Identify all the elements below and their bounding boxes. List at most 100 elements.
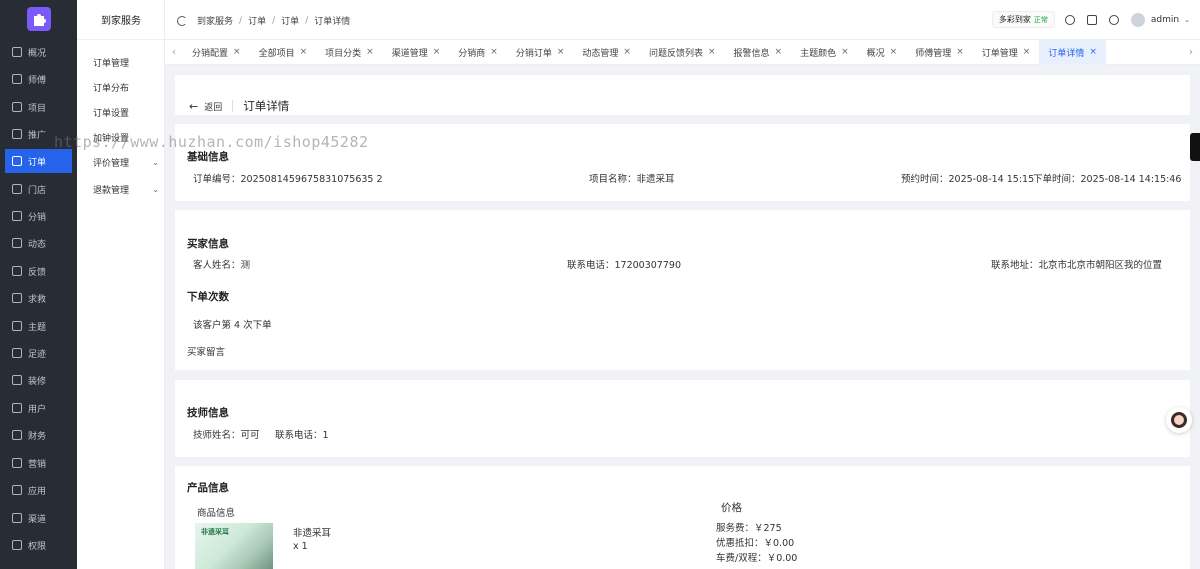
close-icon[interactable]: ×: [841, 47, 849, 57]
close-icon[interactable]: ×: [1089, 47, 1097, 57]
subnav-item[interactable]: 订单设置: [93, 106, 159, 119]
tab[interactable]: 订单管理 ×: [973, 40, 1040, 65]
product-info-card: 产品信息 商品信息 价格 非遗采耳 非遗采耳 x 1 服务费：￥275 优惠抵扣…: [175, 466, 1190, 569]
nav-item[interactable]: 营销: [5, 451, 72, 475]
page-title: 订单详情: [243, 99, 290, 113]
nav-item[interactable]: 反馈: [5, 259, 72, 283]
user-name[interactable]: admin: [1151, 15, 1179, 25]
tenant-switcher[interactable]: 多彩到家 正常: [991, 11, 1055, 28]
tab-scroll-right-icon[interactable]: ›: [1182, 47, 1200, 58]
nav-item[interactable]: 分销: [5, 204, 72, 228]
nav-item[interactable]: 权限: [5, 533, 72, 557]
breadcrumb-item[interactable]: 到家服务: [197, 14, 233, 27]
close-icon[interactable]: ×: [490, 47, 498, 57]
close-icon[interactable]: ×: [956, 47, 964, 57]
subnav-item[interactable]: 订单管理: [93, 56, 159, 69]
tab-label: 概况: [866, 48, 885, 59]
nav-item-label: 主题: [28, 322, 47, 333]
close-icon[interactable]: ×: [233, 47, 241, 57]
tab[interactable]: 动态管理 ×: [573, 40, 640, 65]
section-title: 基础信息: [187, 151, 229, 163]
tab-label: 渠道管理: [391, 48, 428, 59]
side-drawer-handle[interactable]: [1190, 133, 1200, 161]
tab[interactable]: 问题反馈列表 ×: [640, 40, 725, 65]
nav-item[interactable]: 订单: [5, 149, 72, 173]
tab[interactable]: 分销订单 ×: [507, 40, 574, 65]
tab[interactable]: 项目分类 ×: [316, 40, 383, 65]
nav-item-label: 足迹: [28, 349, 47, 360]
nav-item[interactable]: 应用: [5, 478, 72, 502]
close-icon[interactable]: ×: [557, 47, 565, 57]
close-icon[interactable]: ×: [300, 47, 308, 57]
close-icon[interactable]: ×: [890, 47, 898, 57]
chevron-down-icon[interactable]: ⌄: [1184, 16, 1190, 24]
nav-item[interactable]: 概况: [5, 40, 72, 64]
tab[interactable]: 主题颜色 ×: [791, 40, 858, 65]
project-name: 项目名称：非遗采耳: [589, 174, 675, 185]
nav-item[interactable]: 装修: [5, 368, 72, 392]
nav-item[interactable]: 门店: [5, 177, 72, 201]
chevron-down-icon: ⌄: [152, 158, 159, 167]
help-icon: [12, 293, 22, 303]
customer-phone: 联系电话：17200307790: [567, 260, 681, 271]
tab[interactable]: 报警信息 ×: [725, 40, 792, 65]
nav-item[interactable]: 主题: [5, 314, 72, 338]
nav-item[interactable]: 财务: [5, 423, 72, 447]
subnav-item[interactable]: 订单分布: [93, 81, 159, 94]
tab-label: 订单管理: [981, 48, 1018, 59]
tab[interactable]: 分销配置 ×: [183, 40, 250, 65]
nav-item[interactable]: 师傅: [5, 67, 72, 91]
nav-item-label: 概况: [28, 48, 47, 59]
tab[interactable]: 渠道管理 ×: [383, 40, 450, 65]
breadcrumb-item[interactable]: 订单: [248, 14, 266, 27]
tab[interactable]: 概况 ×: [858, 40, 907, 65]
close-icon[interactable]: ×: [708, 47, 716, 57]
tab[interactable]: 订单详情 ×: [1039, 39, 1106, 65]
product-image: 非遗采耳: [195, 523, 273, 569]
breadcrumb-item[interactable]: 订单: [281, 14, 299, 27]
gear-icon[interactable]: [1108, 14, 1119, 25]
page-header-card: ← 返回 订单详情: [175, 75, 1190, 115]
order-number: 订单编号：2025081459675831075635 2: [193, 174, 383, 185]
users-icon: [12, 403, 22, 413]
customer-service-avatar-icon[interactable]: [1166, 407, 1192, 433]
nav-item-label: 用户: [28, 404, 47, 415]
refresh-icon[interactable]: [177, 15, 187, 26]
search-icon[interactable]: [1064, 14, 1075, 25]
share-icon: [12, 211, 22, 221]
nav-item[interactable]: 项目: [5, 95, 72, 119]
arrow-left-icon[interactable]: ←: [189, 100, 198, 113]
tab-scroll-left-icon[interactable]: ‹: [165, 47, 183, 58]
tab-bar: ‹ 分销配置 × 全部项目 × 项目分类 × 渠道管理 × 分销商 × 分销订单 × 动态管理 × 问题反馈…: [165, 39, 1200, 65]
avatar[interactable]: [1130, 12, 1145, 27]
section-title: 产品信息: [187, 482, 229, 494]
lock-icon: [12, 540, 22, 550]
close-icon[interactable]: ×: [775, 47, 783, 57]
tab[interactable]: 分销商 ×: [449, 40, 507, 65]
tab-label: 主题颜色: [800, 48, 837, 59]
goods-header: 商品信息: [197, 508, 236, 519]
tab[interactable]: 师傅管理 ×: [906, 40, 973, 65]
nav-item[interactable]: 求救: [5, 286, 72, 310]
nav-item[interactable]: 足迹: [5, 341, 72, 365]
customer-name: 客人姓名：测: [193, 260, 251, 271]
back-button[interactable]: 返回: [204, 100, 222, 113]
close-icon[interactable]: ×: [433, 47, 441, 57]
travel-fee: 车费/双程：￥0.00: [716, 553, 798, 564]
close-icon[interactable]: ×: [623, 47, 631, 57]
puzzle-logo-icon[interactable]: [27, 7, 51, 31]
nav-item[interactable]: 渠道: [5, 506, 72, 530]
close-icon[interactable]: ×: [366, 47, 374, 57]
subnav-item[interactable]: 评价管理 ⌄: [93, 156, 159, 169]
tab-label: 报警信息: [733, 48, 770, 59]
tab-label: 分销配置: [192, 48, 229, 59]
theme-icon: [12, 321, 22, 331]
close-icon[interactable]: ×: [1023, 47, 1031, 57]
tab[interactable]: 全部项目 ×: [250, 40, 317, 65]
nav-item-label: 项目: [28, 103, 47, 114]
nav-item[interactable]: 动态: [5, 231, 72, 255]
nav-item[interactable]: 用户: [5, 396, 72, 420]
nav-item-label: 装修: [28, 376, 47, 387]
rocket-icon[interactable]: [1086, 14, 1097, 25]
subnav-item[interactable]: 退款管理 ⌄: [93, 183, 159, 196]
